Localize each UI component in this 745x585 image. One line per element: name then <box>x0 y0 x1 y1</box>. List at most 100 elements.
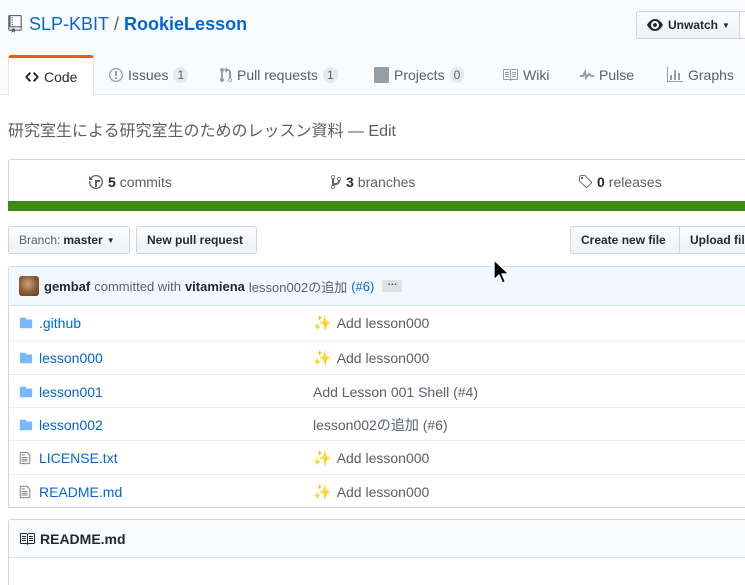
project-icon <box>374 67 389 83</box>
commit-message[interactable]: lesson002の追加 <box>249 277 347 296</box>
commit-pr-link[interactable]: (#6) <box>351 279 374 294</box>
tag-icon <box>579 175 592 189</box>
file-commit-text: Add lesson000 <box>336 315 430 331</box>
file-list: .github ✨ Add lesson000 lesson000 ✨ Add le… <box>8 306 745 508</box>
tab-pull-requests-label: Pull requests <box>237 67 318 83</box>
releases-label: releases <box>608 174 662 190</box>
tab-code-label: Code <box>44 69 78 85</box>
watch-count[interactable] <box>740 11 745 39</box>
repo-separator: / <box>114 13 120 34</box>
language-bar[interactable] <box>8 201 745 211</box>
expand-commit-button[interactable]: … <box>382 278 403 292</box>
tab-pulse-label: Pulse <box>599 67 635 83</box>
file-commit-text: Add lesson000 <box>336 483 430 500</box>
history-icon <box>89 175 103 189</box>
tab-pull-requests[interactable]: Pull requests 1 <box>220 55 338 95</box>
pull-request-icon <box>220 67 232 83</box>
latest-commit-bar: gembaf committed with vitamiena lesson00… <box>8 266 745 306</box>
file-commit-message[interactable]: ✨ Add lesson000 <box>313 314 429 332</box>
issues-counter: 1 <box>173 67 189 83</box>
repo-nav-tabs: Code Issues 1 Pull requests 1 Projects 0… <box>0 55 745 96</box>
tab-pulse[interactable]: Pulse <box>580 55 634 95</box>
new-pull-request-button[interactable]: New pull request <box>136 226 257 254</box>
committed-with-text: committed with <box>94 278 181 294</box>
file-commit-message[interactable]: ✨ Add lesson000 <box>313 449 429 467</box>
issue-icon <box>109 68 123 82</box>
file-commit-text: lesson002の追加 (#6) <box>313 416 448 433</box>
file-name-link[interactable]: LICENSE.txt <box>39 450 118 466</box>
file-name-link[interactable]: .github <box>39 315 81 331</box>
folder-icon <box>19 419 33 431</box>
releases-link[interactable]: 0 releases <box>578 174 662 190</box>
branch-icon <box>331 175 341 189</box>
readme-header: README.md <box>9 520 745 558</box>
branches-link[interactable]: 3 branches <box>331 174 415 190</box>
branch-prefix: Branch: <box>19 233 61 247</box>
book-icon <box>503 69 518 81</box>
file-row[interactable]: LICENSE.txt ✨ Add lesson000 <box>9 440 745 474</box>
file-commit-message[interactable]: ✨ Add lesson000 <box>313 349 429 367</box>
commit-author[interactable]: gembaf <box>44 279 90 294</box>
sparkles-icon: ✨ <box>313 315 332 332</box>
file-row[interactable]: .github ✨ Add lesson000 <box>9 306 745 340</box>
commits-link[interactable]: 5 commits <box>89 174 172 190</box>
code-icon <box>25 72 39 82</box>
repo-icon <box>8 15 22 33</box>
file-commit-message[interactable]: lesson002の追加 (#6) <box>313 415 448 435</box>
readme-panel: README.md <box>8 519 745 585</box>
sparkles-icon: ✨ <box>313 349 332 367</box>
tab-code[interactable]: Code <box>8 55 95 96</box>
tab-graphs-label: Graphs <box>688 67 734 83</box>
eye-icon <box>647 19 663 31</box>
upload-files-button[interactable]: Upload files <box>679 226 745 254</box>
file-row[interactable]: lesson000 ✨ Add lesson000 <box>9 340 745 374</box>
unwatch-label: Unwatch <box>668 18 719 32</box>
file-commit-message[interactable]: ✨ Add lesson000 <box>313 483 429 501</box>
repo-header: SLP-KBIT / RookieLesson Unwatch ▼ Code I… <box>0 0 745 96</box>
readme-title: README.md <box>40 530 126 547</box>
folder-icon <box>19 386 33 398</box>
sparkles-icon: ✨ <box>313 449 332 467</box>
tab-projects-label: Projects <box>394 67 445 83</box>
file-row[interactable]: lesson001 Add Lesson 001 Shell (#4) <box>9 374 745 408</box>
branch-select-button[interactable]: Branch: master ▼ <box>8 226 130 254</box>
commit-committer[interactable]: vitamiena <box>185 279 245 294</box>
chevron-down-icon: ▼ <box>722 20 730 30</box>
file-name-link[interactable]: README.md <box>39 484 122 500</box>
create-new-file-button[interactable]: Create new file <box>570 226 680 254</box>
repo-title: SLP-KBIT / RookieLesson <box>8 12 247 36</box>
repo-owner-link[interactable]: SLP-KBIT <box>29 14 109 35</box>
file-commit-message[interactable]: Add Lesson 001 Shell (#4) <box>313 384 478 400</box>
folder-icon <box>19 317 33 329</box>
repo-description: 研究室生による研究室生のためのレッスン資料 — Edit <box>8 123 396 140</box>
file-row[interactable]: lesson002 lesson002の追加 (#6) <box>9 407 745 441</box>
file-commit-text: Add lesson000 <box>336 349 430 366</box>
avatar[interactable] <box>19 276 39 296</box>
chevron-down-icon: ▼ <box>106 235 115 245</box>
folder-icon <box>19 352 33 364</box>
releases-count: 0 <box>597 174 605 190</box>
unwatch-button[interactable]: Unwatch ▼ <box>636 11 740 39</box>
book-icon <box>20 532 35 545</box>
repo-name-link[interactable]: RookieLesson <box>124 14 247 35</box>
pull-requests-counter: 1 <box>322 67 338 83</box>
branches-label: branches <box>357 174 416 190</box>
tab-wiki[interactable]: Wiki <box>502 55 549 95</box>
tab-projects[interactable]: Projects 0 <box>374 55 465 95</box>
tab-wiki-label: Wiki <box>523 67 550 83</box>
file-name-link[interactable]: lesson000 <box>39 350 103 366</box>
branches-count: 3 <box>346 174 354 190</box>
graph-icon <box>667 67 683 82</box>
file-name-link[interactable]: lesson001 <box>39 384 103 400</box>
mouse-cursor-icon <box>493 259 510 284</box>
tab-issues[interactable]: Issues 1 <box>109 55 189 95</box>
file-row[interactable]: README.md ✨ Add lesson000 <box>9 474 745 508</box>
file-commit-text: Add Lesson 001 Shell (#4) <box>313 383 478 400</box>
file-commit-text: Add lesson000 <box>336 449 430 466</box>
commits-label: commits <box>119 174 172 190</box>
tab-graphs[interactable]: Graphs <box>667 55 734 95</box>
file-name-link[interactable]: lesson002 <box>39 417 103 433</box>
file-icon <box>19 451 31 465</box>
pulse-icon <box>580 68 594 81</box>
branch-name: master <box>63 233 103 247</box>
